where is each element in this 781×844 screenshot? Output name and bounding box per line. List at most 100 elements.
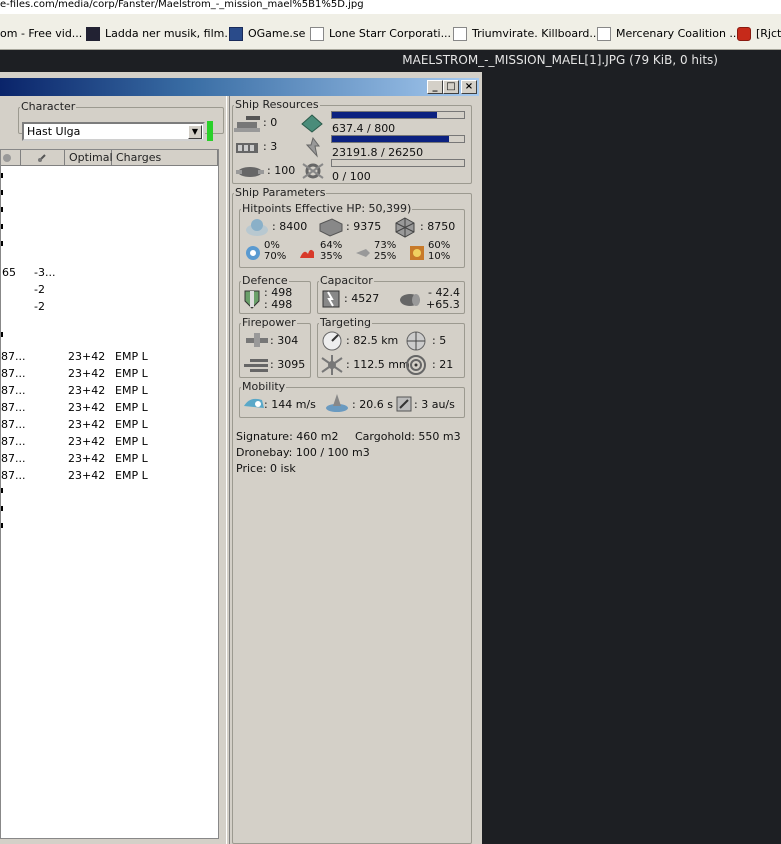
- minimize-button[interactable]: _: [427, 80, 443, 94]
- targeting-range-icon: [322, 331, 342, 351]
- bookmark-3[interactable]: OGame.se: [229, 25, 305, 43]
- maximize-button[interactable]: □: [443, 80, 459, 94]
- powergrid-bar: [331, 135, 465, 143]
- column-header-charges[interactable]: Charges: [112, 150, 218, 166]
- align-time-icon: [326, 394, 348, 412]
- bookmark-7[interactable]: [Rjct: [737, 25, 781, 43]
- table-row[interactable]: 65 -3...: [1, 264, 218, 281]
- table-row[interactable]: 87... 23+42 EMP L: [1, 416, 218, 433]
- explosive-resist-shield: 60%: [428, 240, 451, 251]
- cell-charges: EMP L: [115, 435, 148, 448]
- table-row[interactable]: -2: [1, 298, 218, 315]
- max-targets: : 5: [432, 334, 447, 347]
- row-marker: [1, 190, 3, 195]
- close-button[interactable]: ×: [461, 80, 477, 94]
- targeting-group: Targeting : 82.5 km : 5 : 112.5 mm : 21: [317, 317, 465, 378]
- cell-a: 87...: [1, 418, 26, 431]
- column-header-icon[interactable]: [1, 150, 21, 166]
- bookmark-label: om - Free vid...: [0, 27, 83, 40]
- bookmark-label: Triumvirate. Killboard...: [472, 27, 600, 40]
- ship-parameters-legend: Ship Parameters: [235, 186, 326, 199]
- chevron-down-icon[interactable]: ▼: [188, 125, 202, 139]
- cpu-bar: [331, 111, 465, 119]
- image-title: MAELSTROM_-_MISSION_MAEL[1].JPG (79 KiB,…: [0, 50, 781, 70]
- firepower-legend: Firepower: [242, 316, 296, 329]
- volley-damage: : 304: [270, 334, 299, 347]
- armor-icon: [319, 218, 343, 237]
- cell-a: 87...: [1, 435, 26, 448]
- table-row[interactable]: 87... 23+42 EMP L: [1, 450, 218, 467]
- address-bar[interactable]: e-files.com/media/corp/Fanster/Maelstrom…: [0, 0, 781, 14]
- capacitor-recharge-icon: [400, 294, 420, 306]
- table-row[interactable]: 87... 23+42 EMP L: [1, 348, 218, 365]
- dps-icon: [244, 359, 268, 372]
- bookmark-label: Ladda ner musik, film...: [105, 27, 235, 40]
- capacitor-group: Capacitor : 4527 - 42.4 +65.3: [317, 275, 465, 314]
- table-row[interactable]: 87... 23+42 EMP L: [1, 382, 218, 399]
- bookmark-6[interactable]: Mercenary Coalition ...: [597, 25, 740, 43]
- bookmark-4[interactable]: Lone Starr Corporati...: [310, 25, 451, 43]
- bookmark-icon: [86, 27, 100, 41]
- firepower-group: Firepower : 304 : 3095: [239, 316, 311, 378]
- explosive-resist-icon: [410, 246, 424, 260]
- row-marker: [1, 506, 3, 511]
- character-legend: Character: [21, 100, 76, 113]
- shield-icon: [246, 219, 268, 236]
- cpu-value: 637.4 / 800: [332, 122, 396, 135]
- capacitor-icon: [322, 290, 340, 308]
- modules-list[interactable]: Optimal Charges 65 -3... -2 -2 87... 23+…: [0, 149, 219, 839]
- bookmark-label: Mercenary Coalition ...: [616, 27, 740, 40]
- cpu-icon: [301, 114, 323, 133]
- left-panel: Character Hast Ulga ▼ Optimal Charges 65…: [0, 96, 226, 844]
- em-resist-icon: [246, 246, 260, 260]
- column-header-optimal[interactable]: Optimal: [65, 150, 113, 166]
- cell-optimal: 23+42: [68, 418, 106, 431]
- character-select[interactable]: Hast Ulga ▼: [22, 122, 205, 141]
- cell-a: 87...: [1, 401, 26, 414]
- bookmark-1[interactable]: om - Free vid...: [0, 25, 82, 43]
- cell-b: -2: [34, 300, 45, 313]
- kinetic-resist-armor: 25%: [374, 251, 397, 262]
- bookmark-5[interactable]: Triumvirate. Killboard...: [453, 25, 600, 43]
- defence-group: Defence : 498 : 498: [239, 275, 311, 314]
- dronebay-capacity: Dronebay: 100 / 100 m3: [236, 446, 370, 459]
- calibration-value: 0 / 100: [332, 170, 371, 183]
- shield-hp: : 8400: [272, 220, 308, 233]
- cell-a: 87...: [1, 452, 26, 465]
- max-speed: : 144 m/s: [264, 398, 316, 411]
- cell-a: 87...: [1, 367, 26, 380]
- table-row[interactable]: 87... 23+42 EMP L: [1, 365, 218, 382]
- row-marker: [1, 224, 3, 229]
- cell-charges: EMP L: [115, 418, 148, 431]
- drone-bandwidth: : 100: [267, 164, 296, 177]
- cpu-bar-fill: [332, 112, 438, 118]
- defence-icon: [244, 290, 260, 309]
- cell-b: -2: [34, 283, 45, 296]
- table-row[interactable]: 87... 23+42 EMP L: [1, 399, 218, 416]
- powergrid-value: 23191.8 / 26250: [332, 146, 424, 159]
- explosive-resist-armor: 10%: [428, 251, 451, 262]
- cell-a: 87...: [1, 350, 26, 363]
- cell-optimal: 23+42: [68, 384, 106, 397]
- calibration-icon: [302, 163, 324, 179]
- status-indicator: [207, 121, 213, 141]
- bookmark-label: Lone Starr Corporati...: [329, 27, 452, 40]
- cargohold-capacity: Cargohold: 550 m3: [355, 430, 461, 443]
- align-time: : 20.6 s: [352, 398, 393, 411]
- table-row[interactable]: -2: [1, 281, 218, 298]
- targeting-range: : 82.5 km: [346, 334, 399, 347]
- defence-bottom: : 498: [264, 298, 293, 311]
- speed-icon: [244, 398, 264, 408]
- table-row[interactable]: 87... 23+42 EMP L: [1, 467, 218, 484]
- flame-icon: [737, 27, 751, 41]
- warp-speed-icon: [396, 396, 412, 412]
- cell-optimal: 23+42: [68, 367, 106, 380]
- cell-optimal: 23+42: [68, 401, 106, 414]
- column-header-falloff[interactable]: [21, 150, 65, 166]
- cell-optimal: 23+42: [68, 435, 106, 448]
- bookmark-2[interactable]: Ladda ner musik, film...: [86, 25, 235, 43]
- mobility-group: Mobility : 144 m/s : 20.6 s : 3 au/s: [239, 381, 465, 418]
- ship-parameters-group: Ship Parameters Hitpoints Effective HP: …: [232, 186, 472, 844]
- window-titlebar[interactable]: _ □ ×: [0, 78, 479, 96]
- table-row[interactable]: 87... 23+42 EMP L: [1, 433, 218, 450]
